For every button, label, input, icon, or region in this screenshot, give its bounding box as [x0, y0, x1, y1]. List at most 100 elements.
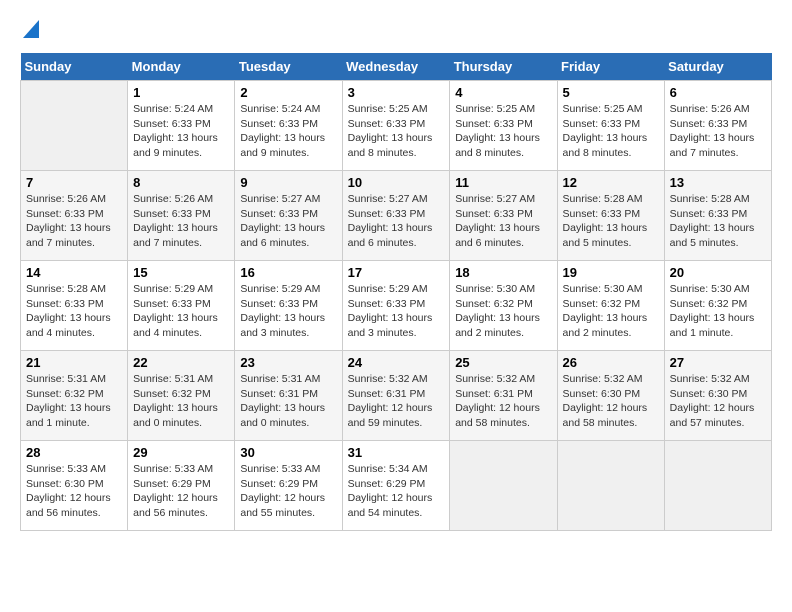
calendar-cell: 14 Sunrise: 5:28 AMSunset: 6:33 PMDayligh… — [21, 261, 128, 351]
day-number: 31 — [348, 445, 445, 460]
day-number: 15 — [133, 265, 229, 280]
calendar-cell: 5 Sunrise: 5:25 AMSunset: 6:33 PMDaylight… — [557, 81, 664, 171]
day-number: 27 — [670, 355, 766, 370]
calendar-week-row: 21 Sunrise: 5:31 AMSunset: 6:32 PMDayligh… — [21, 351, 772, 441]
day-info: Sunrise: 5:31 AMSunset: 6:32 PMDaylight:… — [26, 372, 122, 431]
day-of-week-header-saturday: Saturday — [664, 53, 771, 81]
day-number: 30 — [240, 445, 336, 460]
calendar-cell: 24 Sunrise: 5:32 AMSunset: 6:31 PMDayligh… — [342, 351, 450, 441]
day-info: Sunrise: 5:32 AMSunset: 6:31 PMDaylight:… — [348, 372, 445, 431]
day-info: Sunrise: 5:25 AMSunset: 6:33 PMDaylight:… — [455, 102, 551, 161]
calendar-cell: 28 Sunrise: 5:33 AMSunset: 6:30 PMDayligh… — [21, 441, 128, 531]
day-number: 9 — [240, 175, 336, 190]
day-number: 8 — [133, 175, 229, 190]
calendar-week-row: 28 Sunrise: 5:33 AMSunset: 6:30 PMDayligh… — [21, 441, 772, 531]
day-number: 18 — [455, 265, 551, 280]
calendar-cell: 16Sunrise: 5:29 AMSunset: 6:33 PMDayligh… — [235, 261, 342, 351]
day-number: 25 — [455, 355, 551, 370]
calendar-week-row: 7 Sunrise: 5:26 AMSunset: 6:33 PMDaylight… — [21, 171, 772, 261]
calendar-cell: 30 Sunrise: 5:33 AMSunset: 6:29 PMDayligh… — [235, 441, 342, 531]
day-info: Sunrise: 5:32 AMSunset: 6:30 PMDaylight:… — [563, 372, 659, 431]
day-of-week-header-sunday: Sunday — [21, 53, 128, 81]
day-info: Sunrise: 5:31 AMSunset: 6:32 PMDaylight:… — [133, 372, 229, 431]
calendar-cell: 7 Sunrise: 5:26 AMSunset: 6:33 PMDaylight… — [21, 171, 128, 261]
calendar-cell: 31 Sunrise: 5:34 AMSunset: 6:29 PMDayligh… — [342, 441, 450, 531]
day-number: 2 — [240, 85, 336, 100]
calendar-cell: 25 Sunrise: 5:32 AMSunset: 6:31 PMDayligh… — [450, 351, 557, 441]
calendar-table: SundayMondayTuesdayWednesdayThursdayFrid… — [20, 53, 772, 531]
day-info: Sunrise: 5:28 AMSunset: 6:33 PMDaylight:… — [563, 192, 659, 251]
day-number: 16 — [240, 265, 336, 280]
day-info: Sunrise: 5:28 AMSunset: 6:33 PMDaylight:… — [26, 282, 122, 341]
day-info: Sunrise: 5:28 AMSunset: 6:33 PMDaylight:… — [670, 192, 766, 251]
day-number: 20 — [670, 265, 766, 280]
calendar-cell: 10Sunrise: 5:27 AMSunset: 6:33 PMDayligh… — [342, 171, 450, 261]
day-info: Sunrise: 5:27 AMSunset: 6:33 PMDaylight:… — [240, 192, 336, 251]
calendar-cell: 15Sunrise: 5:29 AMSunset: 6:33 PMDayligh… — [128, 261, 235, 351]
calendar-cell: 1Sunrise: 5:24 AMSunset: 6:33 PMDaylight… — [128, 81, 235, 171]
calendar-week-row: 14 Sunrise: 5:28 AMSunset: 6:33 PMDayligh… — [21, 261, 772, 351]
day-info: Sunrise: 5:31 AMSunset: 6:31 PMDaylight:… — [240, 372, 336, 431]
calendar-cell: 13Sunrise: 5:28 AMSunset: 6:33 PMDayligh… — [664, 171, 771, 261]
day-number: 3 — [348, 85, 445, 100]
day-of-week-header-monday: Monday — [128, 53, 235, 81]
day-info: Sunrise: 5:30 AMSunset: 6:32 PMDaylight:… — [670, 282, 766, 341]
day-info: Sunrise: 5:29 AMSunset: 6:33 PMDaylight:… — [348, 282, 445, 341]
calendar-cell: 19Sunrise: 5:30 AMSunset: 6:32 PMDayligh… — [557, 261, 664, 351]
day-number: 4 — [455, 85, 551, 100]
day-number: 12 — [563, 175, 659, 190]
calendar-header-row: SundayMondayTuesdayWednesdayThursdayFrid… — [21, 53, 772, 81]
day-info: Sunrise: 5:26 AMSunset: 6:33 PMDaylight:… — [26, 192, 122, 251]
calendar-cell: 23 Sunrise: 5:31 AMSunset: 6:31 PMDayligh… — [235, 351, 342, 441]
calendar-cell — [450, 441, 557, 531]
calendar-cell: 9 Sunrise: 5:27 AMSunset: 6:33 PMDaylight… — [235, 171, 342, 261]
calendar-cell: 3 Sunrise: 5:25 AMSunset: 6:33 PMDaylight… — [342, 81, 450, 171]
day-number: 29 — [133, 445, 229, 460]
calendar-cell: 6Sunrise: 5:26 AMSunset: 6:33 PMDaylight… — [664, 81, 771, 171]
calendar-cell: 11Sunrise: 5:27 AMSunset: 6:33 PMDayligh… — [450, 171, 557, 261]
day-info: Sunrise: 5:30 AMSunset: 6:32 PMDaylight:… — [455, 282, 551, 341]
page-header — [20, 20, 772, 43]
day-number: 17 — [348, 265, 445, 280]
day-number: 5 — [563, 85, 659, 100]
day-number: 28 — [26, 445, 122, 460]
day-number: 7 — [26, 175, 122, 190]
day-info: Sunrise: 5:33 AMSunset: 6:29 PMDaylight:… — [133, 462, 229, 521]
day-of-week-header-friday: Friday — [557, 53, 664, 81]
day-info: Sunrise: 5:25 AMSunset: 6:33 PMDaylight:… — [563, 102, 659, 161]
day-info: Sunrise: 5:33 AMSunset: 6:29 PMDaylight:… — [240, 462, 336, 521]
day-of-week-header-wednesday: Wednesday — [342, 53, 450, 81]
calendar-cell — [557, 441, 664, 531]
day-number: 23 — [240, 355, 336, 370]
calendar-cell: 2 Sunrise: 5:24 AMSunset: 6:33 PMDaylight… — [235, 81, 342, 171]
calendar-cell: 29 Sunrise: 5:33 AMSunset: 6:29 PMDayligh… — [128, 441, 235, 531]
day-info: Sunrise: 5:25 AMSunset: 6:33 PMDaylight:… — [348, 102, 445, 161]
day-number: 6 — [670, 85, 766, 100]
calendar-cell: 20 Sunrise: 5:30 AMSunset: 6:32 PMDayligh… — [664, 261, 771, 351]
day-of-week-header-tuesday: Tuesday — [235, 53, 342, 81]
day-info: Sunrise: 5:32 AMSunset: 6:30 PMDaylight:… — [670, 372, 766, 431]
logo-triangle-icon — [23, 20, 39, 43]
calendar-cell: 17 Sunrise: 5:29 AMSunset: 6:33 PMDayligh… — [342, 261, 450, 351]
logo — [20, 20, 39, 43]
day-info: Sunrise: 5:32 AMSunset: 6:31 PMDaylight:… — [455, 372, 551, 431]
calendar-cell: 18 Sunrise: 5:30 AMSunset: 6:32 PMDayligh… — [450, 261, 557, 351]
calendar-week-row: 1Sunrise: 5:24 AMSunset: 6:33 PMDaylight… — [21, 81, 772, 171]
day-number: 19 — [563, 265, 659, 280]
day-number: 21 — [26, 355, 122, 370]
day-info: Sunrise: 5:27 AMSunset: 6:33 PMDaylight:… — [348, 192, 445, 251]
calendar-cell: 21 Sunrise: 5:31 AMSunset: 6:32 PMDayligh… — [21, 351, 128, 441]
day-info: Sunrise: 5:26 AMSunset: 6:33 PMDaylight:… — [133, 192, 229, 251]
day-number: 22 — [133, 355, 229, 370]
calendar-cell: 27 Sunrise: 5:32 AMSunset: 6:30 PMDayligh… — [664, 351, 771, 441]
day-info: Sunrise: 5:33 AMSunset: 6:30 PMDaylight:… — [26, 462, 122, 521]
calendar-cell: 22 Sunrise: 5:31 AMSunset: 6:32 PMDayligh… — [128, 351, 235, 441]
calendar-cell: 4 Sunrise: 5:25 AMSunset: 6:33 PMDaylight… — [450, 81, 557, 171]
day-info: Sunrise: 5:34 AMSunset: 6:29 PMDaylight:… — [348, 462, 445, 521]
day-info: Sunrise: 5:24 AMSunset: 6:33 PMDaylight:… — [240, 102, 336, 161]
day-info: Sunrise: 5:24 AMSunset: 6:33 PMDaylight:… — [133, 102, 229, 161]
day-number: 11 — [455, 175, 551, 190]
day-number: 14 — [26, 265, 122, 280]
day-number: 24 — [348, 355, 445, 370]
day-of-week-header-thursday: Thursday — [450, 53, 557, 81]
